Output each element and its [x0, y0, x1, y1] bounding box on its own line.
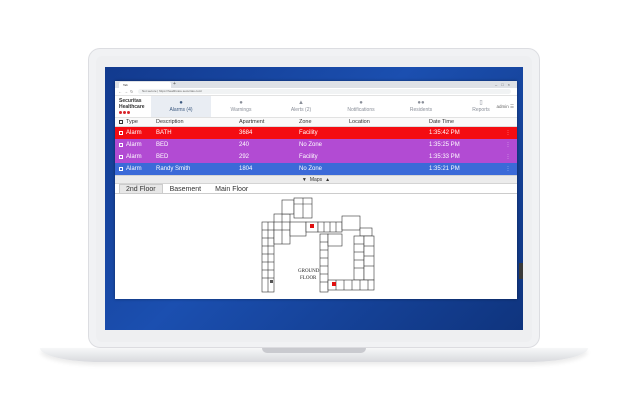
- alarm-marker[interactable]: [332, 282, 336, 286]
- laptop-scene: Tab + –□× ←→↻ Not secure | https://healt…: [0, 0, 630, 414]
- app-header: Securitas Healthcare ● Alarms (4) ● Warn…: [115, 96, 517, 118]
- browser-nav-icon[interactable]: ←→↻: [118, 89, 138, 94]
- header-location[interactable]: Location: [349, 119, 429, 125]
- tab-alerts[interactable]: ▲ Alerts (2): [271, 96, 331, 117]
- people-icon: ●●: [417, 100, 425, 106]
- brand-name-line2: Healthcare: [119, 103, 145, 110]
- alert-triangle-icon: ▲: [298, 100, 304, 106]
- header-apartment[interactable]: Apartment: [239, 119, 299, 125]
- caret-down-icon: ▼: [301, 176, 307, 183]
- brand-logo: Securitas Healthcare: [115, 96, 151, 117]
- alarm-row[interactable]: Alarm Randy Smith 1804 No Zone 1:35:21 P…: [115, 163, 517, 175]
- alarm-apartment: 292: [239, 154, 250, 160]
- url-field[interactable]: Not secure | https://healthcare.securita…: [138, 89, 511, 94]
- tab-label: Alarms (4): [169, 107, 193, 113]
- alarm-table-header: Type Description Apartment Zone Location…: [115, 118, 517, 127]
- laptop-notch: [262, 348, 366, 353]
- alarm-row[interactable]: Alarm BED 240 No Zone 1:35:25 PM ⋮: [115, 139, 517, 151]
- alarm-time: 1:35:33 PM: [429, 154, 460, 160]
- alarm-description: BED: [156, 154, 169, 160]
- row-checkbox[interactable]: [119, 143, 123, 147]
- header-type[interactable]: Type: [115, 119, 156, 125]
- device-marker[interactable]: [270, 280, 273, 283]
- alarm-zone: Facility: [299, 154, 318, 160]
- browser-window: Tab + –□× ←→↻ Not secure | https://healt…: [115, 81, 517, 299]
- brand-dots-icon: [119, 111, 151, 114]
- header-description[interactable]: Description: [156, 119, 239, 125]
- tab-label: Reports: [472, 107, 490, 113]
- desktop-screen: Tab + –□× ←→↻ Not secure | https://healt…: [105, 67, 523, 330]
- alarm-apartment: 1804: [239, 166, 253, 172]
- select-all-checkbox[interactable]: [119, 120, 123, 124]
- alarm-type: Alarm: [126, 166, 142, 172]
- alarm-time: 1:35:42 PM: [429, 130, 460, 136]
- row-checkbox[interactable]: [119, 131, 123, 135]
- alarm-description: BATH: [156, 130, 172, 136]
- alarm-time: 1:35:21 PM: [429, 166, 460, 172]
- tab-floor-basement[interactable]: Basement: [163, 184, 209, 193]
- alarm-time: 1:35:25 PM: [429, 142, 460, 148]
- tab-label: Alerts (2): [290, 107, 312, 113]
- tab-residents[interactable]: ●● Residents: [391, 96, 451, 117]
- user-name: admin: [496, 104, 509, 109]
- caret-up-icon: ▲: [325, 176, 331, 183]
- alarm-row[interactable]: Alarm BED 292 Facility 1:35:33 PM ⋮: [115, 151, 517, 163]
- floor-tabs: 2nd Floor Basement Main Floor: [115, 184, 517, 194]
- floor-map[interactable]: GROUND FLOOR: [115, 194, 517, 299]
- row-checkbox[interactable]: [119, 167, 123, 171]
- header-zone[interactable]: Zone: [299, 119, 349, 125]
- floor-label-line1: GROUND: [298, 269, 320, 274]
- browser-tab[interactable]: Tab: [119, 82, 171, 88]
- alarm-row[interactable]: Alarm BATH 3684 Facility 1:35:42 PM ⋮: [115, 127, 517, 139]
- row-menu-icon[interactable]: ⋮: [503, 154, 513, 160]
- tab-notifications[interactable]: ● Notifications: [331, 96, 391, 117]
- alarm-type: Alarm: [126, 154, 142, 160]
- row-menu-icon[interactable]: ⋮: [503, 166, 513, 172]
- row-menu-icon[interactable]: ⋮: [503, 130, 513, 136]
- tab-label: Notifications: [347, 107, 375, 113]
- maps-toggle-label: Maps: [309, 176, 323, 183]
- alarm-description: BED: [156, 142, 169, 148]
- alarm-type: Alarm: [126, 142, 142, 148]
- alarm-marker[interactable]: [310, 224, 314, 228]
- alarm-apartment: 240: [239, 142, 250, 148]
- tab-label: Warnings: [230, 107, 252, 113]
- tab-floor-main[interactable]: Main Floor: [208, 184, 255, 193]
- alarm-table-body: Alarm BATH 3684 Facility 1:35:42 PM ⋮ Al…: [115, 127, 517, 175]
- browser-addressbar: ←→↻ Not secure | https://healthcare.secu…: [115, 88, 517, 96]
- maps-toggle[interactable]: ▼ Maps ▲: [115, 175, 517, 184]
- info-icon: ●: [359, 100, 363, 106]
- alarm-type: Alarm: [126, 130, 142, 136]
- browser-tabstrip: Tab + –□×: [115, 81, 517, 88]
- alarm-apartment: 3684: [239, 130, 253, 136]
- tab-floor-2nd[interactable]: 2nd Floor: [119, 184, 163, 193]
- alarm-description: Randy Smith: [156, 166, 191, 172]
- user-menu[interactable]: admin ☰: [496, 104, 514, 110]
- floor-plan-drawing[interactable]: GROUND FLOOR: [260, 196, 380, 296]
- row-menu-icon[interactable]: ⋮: [503, 142, 513, 148]
- window-controls-icon[interactable]: –□×: [495, 81, 514, 88]
- row-checkbox[interactable]: [119, 155, 123, 159]
- alarm-zone: No Zone: [299, 166, 323, 172]
- tab-label: Residents: [409, 107, 433, 113]
- new-tab-icon[interactable]: +: [173, 81, 176, 88]
- alarm-zone: Facility: [299, 130, 318, 136]
- tab-warnings[interactable]: ● Warnings: [211, 96, 271, 117]
- alarm-zone: No Zone: [299, 142, 323, 148]
- tab-alarms[interactable]: ● Alarms (4): [151, 96, 211, 117]
- warning-circle-icon: ●: [239, 100, 243, 106]
- side-panel-handle[interactable]: [519, 263, 523, 279]
- header-type-label: Type: [126, 119, 138, 125]
- floor-label-line2: FLOOR: [300, 276, 317, 281]
- document-icon: ▯: [479, 100, 483, 106]
- header-datetime[interactable]: Date Time: [429, 119, 503, 125]
- bell-icon: ●: [179, 100, 183, 106]
